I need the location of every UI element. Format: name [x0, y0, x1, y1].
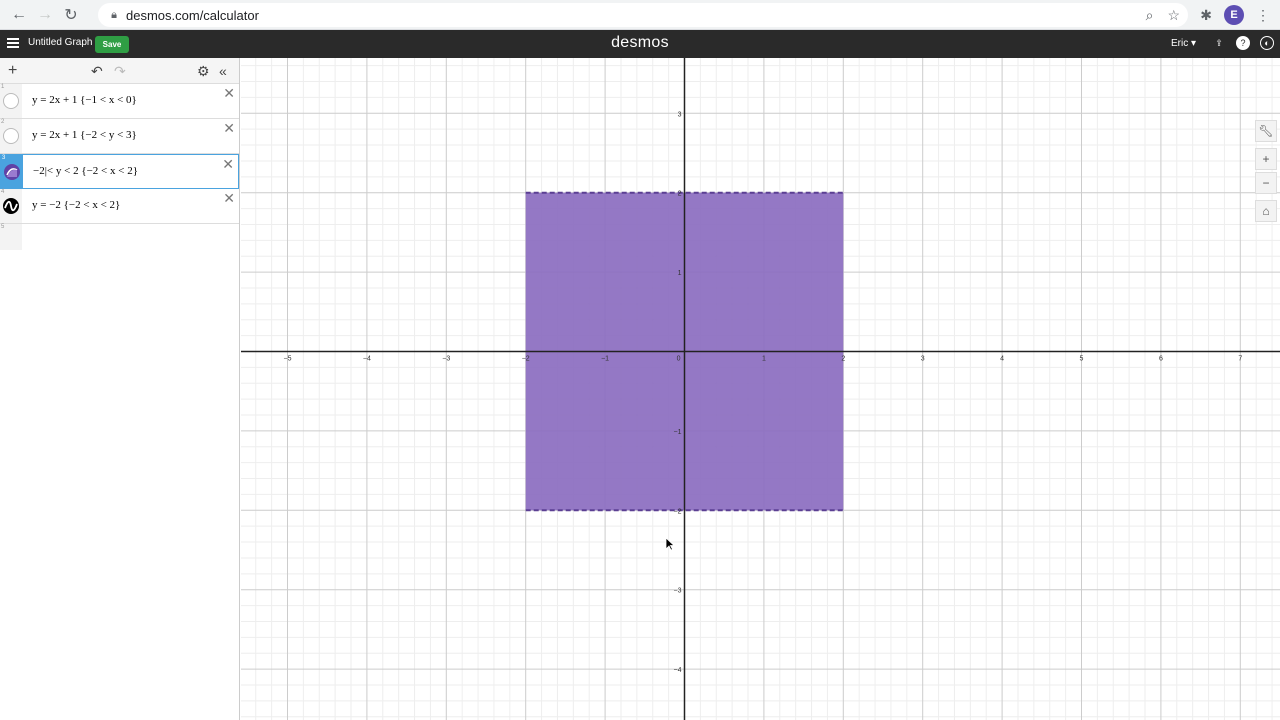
bookmark-star-icon[interactable]: ☆: [1167, 7, 1180, 24]
expression-toolbar: + ↶ ↷ ⚙ «: [0, 58, 239, 84]
delete-icon[interactable]: ✕: [222, 156, 234, 173]
expression-list: + ↶ ↷ ⚙ « 1 y = 2x + 1 {−1 < x < 0} ✕ 2 …: [0, 58, 240, 720]
expression-row-2[interactable]: 2 y = 2x + 1 {−2 < y < 3} ✕: [0, 119, 239, 154]
graph-settings-wrench-icon[interactable]: 🔧︎: [1255, 120, 1277, 142]
hidden-graph-icon[interactable]: [3, 128, 19, 144]
x-tick-label: 7: [1238, 356, 1242, 363]
y-tick-label: −1: [674, 429, 682, 436]
hidden-graph-icon[interactable]: [3, 93, 19, 109]
x-tick-label: 2: [841, 356, 845, 363]
expression-input[interactable]: y = 2x + 1 {−2 < y < 3}: [32, 129, 137, 141]
y-tick-label: 2: [678, 191, 682, 198]
expression-input[interactable]: y = 2x + 1 {−1 < x < 0}: [32, 94, 137, 106]
reload-icon[interactable]: ↻: [58, 2, 84, 28]
browser-toolbar: ← → ↻ 🔒︎ desmos.com/calculator ⌕ ☆ ✱ E ⋮: [0, 0, 1280, 30]
y-tick-label: 1: [678, 270, 682, 277]
delete-icon[interactable]: ✕: [223, 85, 235, 102]
language-icon[interactable]: ◐: [1260, 36, 1274, 50]
x-tick-label: −4: [363, 356, 371, 363]
graph-paper[interactable]: −5 −4 −3 −2 −1 0 1 2 3 4 5 6 7 −4 −3 −2 −1 1 2 3 🔧︎ + − ⌂: [241, 58, 1280, 720]
app-header: Untitled Graph Save desmos Eric ▾ ⇪ ? ◐: [0, 30, 1280, 58]
user-menu[interactable]: Eric ▾: [1171, 38, 1196, 49]
undo-icon[interactable]: ↶: [91, 61, 103, 81]
add-expression-icon[interactable]: +: [8, 61, 17, 81]
delete-icon[interactable]: ✕: [223, 120, 235, 137]
y-tick-label: −3: [674, 588, 682, 595]
help-icon[interactable]: ?: [1236, 36, 1250, 50]
home-zoom-icon[interactable]: ⌂: [1255, 200, 1277, 222]
browser-menu-icon[interactable]: ⋮: [1256, 7, 1270, 24]
settings-gear-icon[interactable]: ⚙: [197, 61, 210, 81]
x-tick-label: −3: [442, 356, 450, 363]
forward-icon[interactable]: →: [32, 2, 58, 28]
expression-row-3[interactable]: 3 −2|< y < 2 {−2 < x < 2} ✕: [0, 154, 239, 189]
lock-icon: 🔒︎: [111, 8, 117, 21]
zoom-icon[interactable]: ⌕: [1146, 7, 1154, 24]
menu-icon[interactable]: [7, 38, 19, 48]
url-text: desmos.com/calculator: [126, 7, 259, 23]
redo-icon[interactable]: ↷: [114, 61, 126, 81]
x-tick-label: 4: [1000, 356, 1004, 363]
mouse-cursor-icon: [665, 537, 675, 551]
expression-row-4[interactable]: 4 y = −2 {−2 < x < 2} ✕: [0, 189, 239, 224]
expression-row-5[interactable]: 5: [0, 224, 239, 250]
x-tick-label: 5: [1080, 356, 1084, 363]
graph-canvas[interactable]: −5 −4 −3 −2 −1 0 1 2 3 4 5 6 7 −4 −3 −2 −1 1 2 3: [241, 58, 1280, 720]
y-tick-label: 3: [678, 111, 682, 118]
expression-input[interactable]: y = −2 {−2 < x < 2}: [32, 199, 120, 211]
y-tick-label: −4: [674, 667, 682, 674]
collapse-panel-icon[interactable]: «: [219, 61, 227, 81]
expression-row-1[interactable]: 1 y = 2x + 1 {−1 < x < 0} ✕: [0, 84, 239, 119]
back-icon[interactable]: ←: [6, 2, 32, 28]
zoom-in-icon[interactable]: +: [1255, 148, 1277, 170]
x-tick-label: 1: [762, 356, 766, 363]
region-style-icon[interactable]: [4, 164, 20, 180]
profile-avatar[interactable]: E: [1224, 5, 1244, 25]
x-tick-label: 6: [1159, 356, 1163, 363]
share-icon[interactable]: ⇪: [1212, 36, 1226, 50]
desmos-logo: desmos: [611, 34, 669, 51]
expression-input[interactable]: −2|< y < 2 {−2 < x < 2}: [33, 165, 138, 177]
y-tick-label: −2: [674, 508, 682, 515]
extensions-icon[interactable]: ✱: [1200, 7, 1212, 24]
x-tick-label: −2: [522, 356, 530, 363]
line-style-icon[interactable]: [3, 198, 19, 214]
graph-title[interactable]: Untitled Graph: [28, 37, 92, 48]
x-tick-label: 0: [677, 356, 681, 363]
save-button[interactable]: Save: [95, 36, 129, 53]
x-tick-label: −1: [601, 356, 609, 363]
x-tick-label: −5: [284, 356, 292, 363]
delete-icon[interactable]: ✕: [223, 190, 235, 207]
address-bar[interactable]: 🔒︎ desmos.com/calculator ⌕ ☆: [98, 3, 1188, 27]
zoom-out-icon[interactable]: −: [1255, 172, 1277, 194]
x-tick-label: 3: [921, 356, 925, 363]
